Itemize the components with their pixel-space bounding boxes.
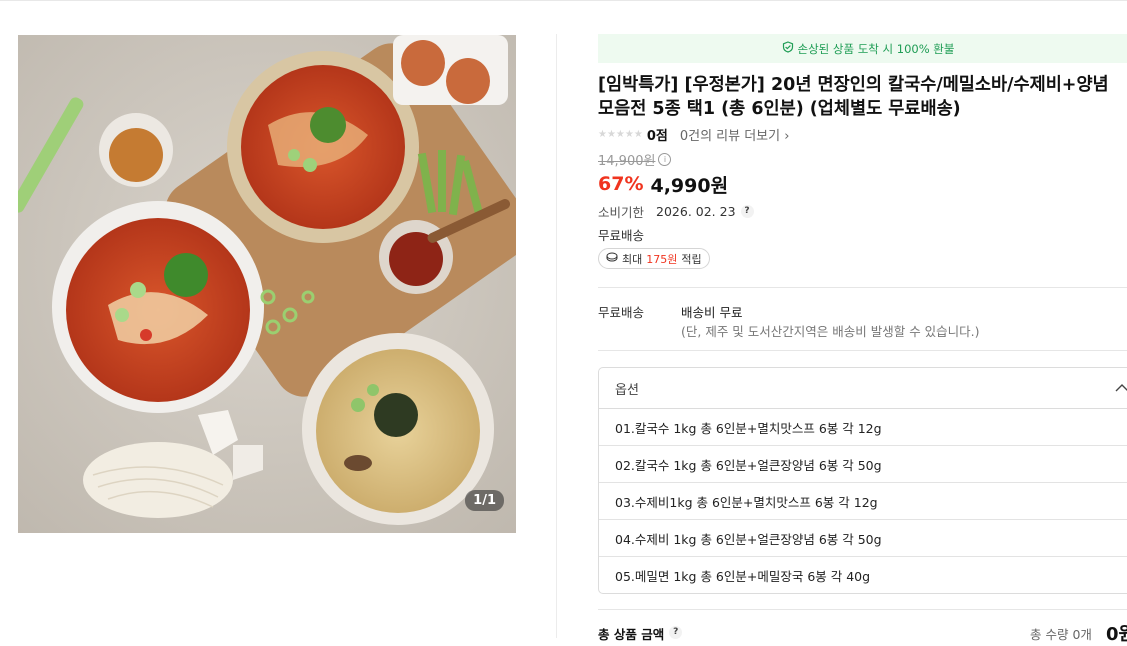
divider	[598, 609, 1127, 610]
refund-notice: 손상된 상품 도착 시 100% 환불	[598, 34, 1127, 63]
expiry-row: 소비기한 2026. 02. 23 ?	[598, 203, 1127, 220]
option-item[interactable]: 03.수제비1kg 총 6인분+멸치맛스프 6봉 각 12g	[599, 483, 1127, 520]
column-divider	[556, 34, 557, 638]
expiry-date: 2026. 02. 23	[656, 203, 736, 219]
star-rating-icon: ★★★★★	[598, 128, 643, 140]
shipping-note: (단, 제주 및 도서산간지역은 배송비 발생할 수 있습니다.)	[681, 324, 980, 339]
free-shipping-label: 무료배송	[598, 228, 645, 243]
points-badge: 최대 175원 적립	[598, 248, 710, 269]
points-amount: 175원	[646, 252, 678, 266]
total-row: 총 상품 금액 ? 총 수량 0개 0원	[598, 624, 1127, 645]
discount-rate: 67%	[598, 173, 644, 195]
top-border	[0, 0, 1127, 1]
expiry-label: 소비기한	[598, 204, 645, 220]
sale-price: 4,990원	[650, 174, 729, 197]
product-title-line1: [임박특가] [우정본가] 20년 면장인의 칼국수/메밀소바/수제비+양념	[598, 75, 1109, 95]
option-dropdown[interactable]: 옵션 01.칼국수 1kg 총 6인분+멸치맛스프 6봉 각 12g 02.칼국…	[598, 367, 1127, 594]
option-item[interactable]: 01.칼국수 1kg 총 6인분+멸치맛스프 6봉 각 12g	[599, 409, 1127, 446]
coin-icon	[606, 252, 618, 265]
divider	[598, 350, 1127, 351]
price-row: 67% 4,990원	[598, 171, 1127, 197]
option-header[interactable]: 옵션	[599, 368, 1127, 409]
total-amount: 0원	[1106, 624, 1127, 645]
option-item[interactable]: 05.메밀면 1kg 총 6인분+메밀장국 6봉 각 40g	[599, 557, 1127, 593]
help-icon[interactable]: ?	[669, 626, 683, 639]
option-item[interactable]: 02.칼국수 1kg 총 6인분+얼큰장양념 6봉 각 50g	[599, 446, 1127, 483]
shipping-label: 무료배송	[598, 305, 645, 320]
original-price-row: 14,900원 i	[598, 151, 1127, 169]
total-quantity: 총 수량 0개	[1030, 627, 1092, 642]
shipping-fee: 배송비 무료	[681, 305, 743, 320]
option-header-label: 옵션	[615, 382, 639, 398]
points-suffix: 적립	[681, 252, 702, 266]
divider	[598, 287, 1127, 288]
rating-score: 0점	[646, 128, 668, 144]
shield-icon	[782, 41, 794, 56]
option-item[interactable]: 04.수제비 1kg 총 6인분+얼큰장양념 6봉 각 50g	[599, 520, 1127, 557]
chevron-up-icon[interactable]	[1115, 381, 1127, 396]
chevron-right-icon: ›	[784, 128, 790, 144]
original-price: 14,900원	[598, 153, 656, 169]
image-counter: 1/1	[465, 490, 504, 511]
review-link[interactable]: 0건의 리뷰 더보기 ›	[680, 125, 790, 144]
product-info-panel: 손상된 상품 도착 시 100% 환불 [임박특가] [우정본가] 20년 면장…	[598, 34, 1127, 645]
product-title-line2: 모음전 5종 택1 (총 6인분) (업체별도 무료배송)	[598, 99, 961, 119]
product-image[interactable]: 1/1	[18, 35, 516, 533]
refund-notice-text: 손상된 상품 도착 시 100% 환불	[797, 41, 955, 56]
review-link-text[interactable]: 0건의 리뷰 더보기	[680, 129, 780, 144]
noodle-photo	[18, 35, 516, 533]
points-prefix: 최대	[622, 252, 643, 266]
product-title: [임박특가] [우정본가] 20년 면장인의 칼국수/메밀소바/수제비+양념 모…	[598, 73, 1127, 121]
info-icon[interactable]: i	[658, 152, 672, 166]
rating-row: ★★★★★ 0점 0건의 리뷰 더보기 ›	[598, 125, 1127, 144]
help-icon[interactable]: ?	[740, 204, 754, 218]
total-label: 총 상품 금액	[598, 627, 665, 642]
